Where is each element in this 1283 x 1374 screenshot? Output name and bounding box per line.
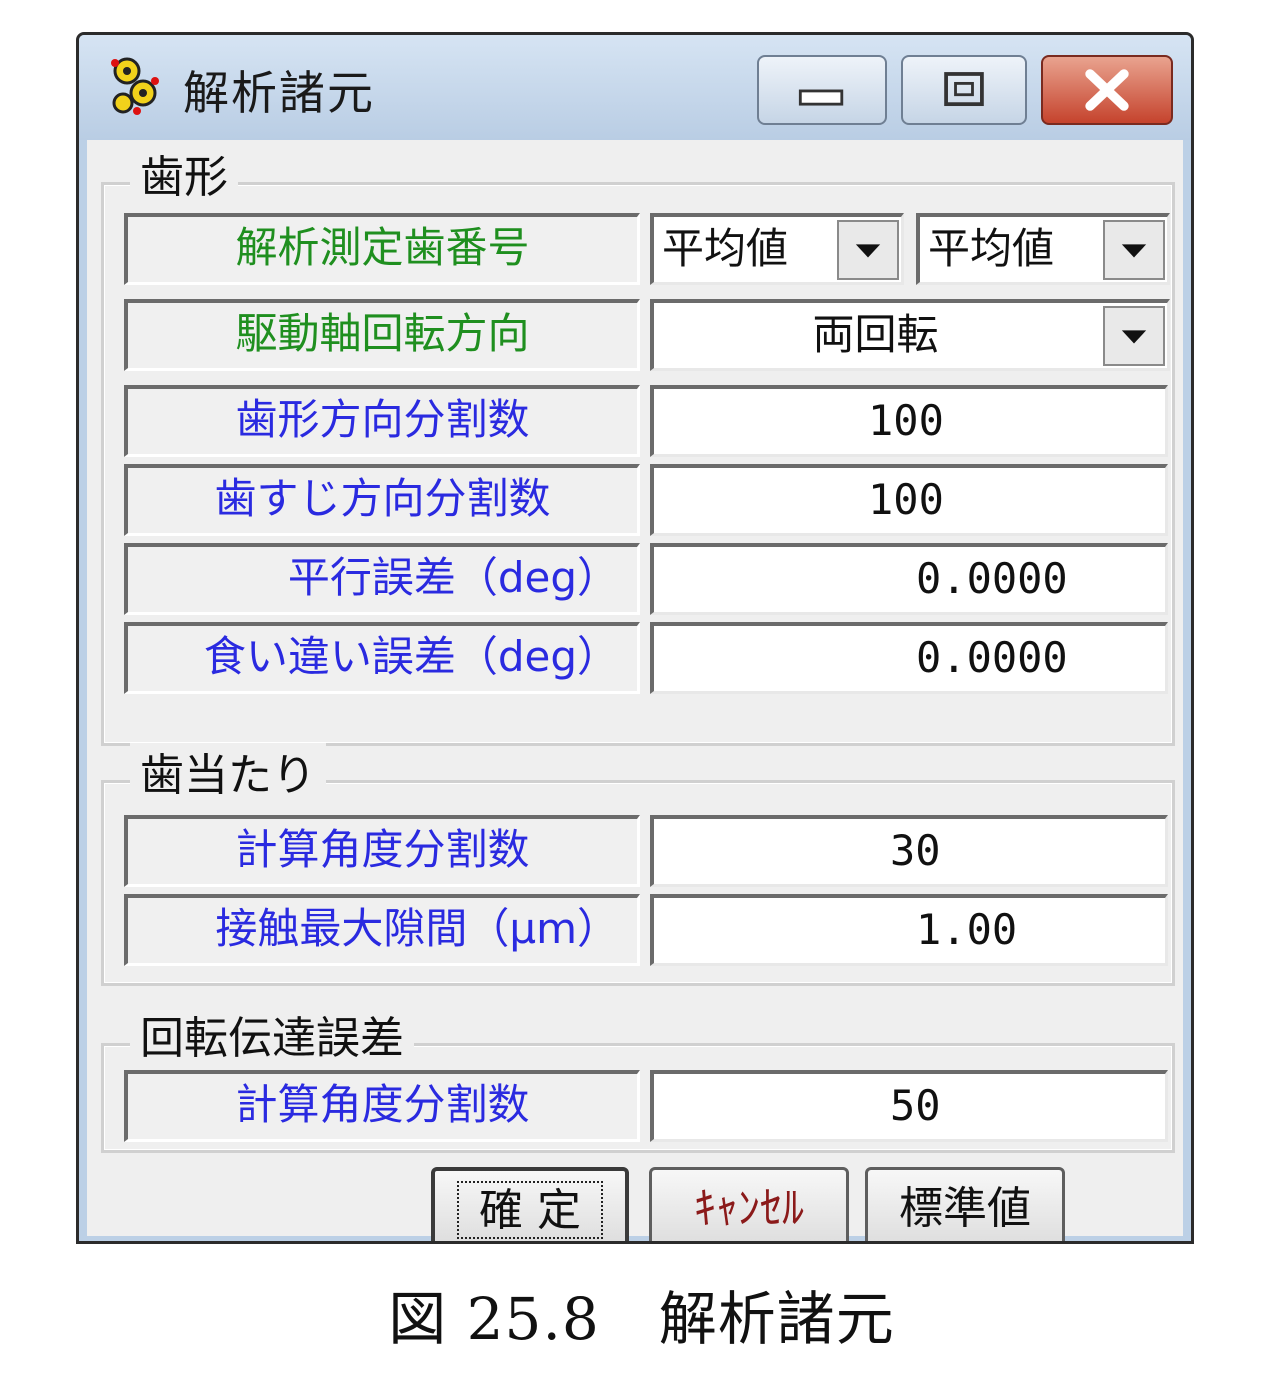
label-contact-calc-angle-divisions: 計算角度分割数 xyxy=(124,815,640,887)
close-icon xyxy=(1085,69,1129,111)
minimize-icon xyxy=(798,89,844,106)
group-transmission-error: 回転伝達誤差 計算角度分割数 50 xyxy=(101,1006,1175,1153)
group-legend-tooth-profile: 歯形 xyxy=(130,145,238,211)
misalignment-error-input[interactable]: 0.0000 xyxy=(650,622,1168,694)
minimize-button[interactable] xyxy=(757,55,887,125)
title-bar[interactable]: 解析諸元 xyxy=(79,35,1191,140)
label-max-contact-gap: 接触最大隙間（μm） xyxy=(124,894,640,966)
figure-caption: 図 25.8 解析諸元 xyxy=(388,1285,895,1353)
close-button[interactable] xyxy=(1041,55,1173,125)
group-tooth-profile: 歯形 解析測定歯番号 平均値 平均値 駆動軸回転方向 両回転 歯形方向分割数 1… xyxy=(101,145,1175,746)
profile-divisions-input[interactable]: 100 xyxy=(650,385,1168,457)
chevron-down-icon[interactable] xyxy=(1103,220,1165,280)
max-contact-gap-input[interactable]: 1.00 xyxy=(650,894,1168,966)
label-lead-divisions: 歯すじ方向分割数 xyxy=(124,464,640,536)
chevron-down-icon[interactable] xyxy=(1103,306,1165,366)
label-drive-rotation-direction: 駆動軸回転方向 xyxy=(124,299,640,371)
restore-icon xyxy=(944,72,984,107)
label-profile-divisions: 歯形方向分割数 xyxy=(124,385,640,457)
dialog-client-area: 歯形 解析測定歯番号 平均値 平均値 駆動軸回転方向 両回転 歯形方向分割数 1… xyxy=(87,140,1183,1241)
contact-calc-angle-divisions-input[interactable]: 30 xyxy=(650,815,1168,887)
window-title: 解析諸元 xyxy=(183,66,375,120)
group-tooth-contact: 歯当たり 計算角度分割数 30 接触最大隙間（μm） 1.00 xyxy=(101,743,1175,986)
tooth-number-combo-2[interactable]: 平均値 xyxy=(916,213,1170,285)
group-legend-transmission-error: 回転伝達誤差 xyxy=(130,1006,414,1072)
restore-button[interactable] xyxy=(901,55,1027,125)
te-calc-angle-divisions-input[interactable]: 50 xyxy=(650,1070,1168,1142)
dialog-window: 解析諸元 歯形 解析測定歯番号 平均値 平均値 駆動軸回転方向 両回転 歯形方向… xyxy=(76,32,1194,1244)
parallel-error-input[interactable]: 0.0000 xyxy=(650,543,1168,615)
ok-button[interactable]: 確 定 xyxy=(431,1167,629,1241)
chevron-down-icon[interactable] xyxy=(837,220,899,280)
rotation-direction-combo[interactable]: 両回転 xyxy=(650,299,1170,371)
label-misalignment-error: 食い違い誤差（deg） xyxy=(124,622,640,694)
default-values-button[interactable]: 標準値 xyxy=(865,1167,1065,1241)
label-parallel-error: 平行誤差（deg） xyxy=(124,543,640,615)
group-legend-tooth-contact: 歯当たり xyxy=(130,743,326,809)
tooth-number-combo-1[interactable]: 平均値 xyxy=(650,213,904,285)
gears-app-icon xyxy=(111,57,159,115)
lead-divisions-input[interactable]: 100 xyxy=(650,464,1168,536)
label-analysis-tooth-number: 解析測定歯番号 xyxy=(124,213,640,285)
label-te-calc-angle-divisions: 計算角度分割数 xyxy=(124,1070,640,1142)
cancel-button[interactable]: ｷｬﾝｾﾙ xyxy=(649,1167,849,1241)
